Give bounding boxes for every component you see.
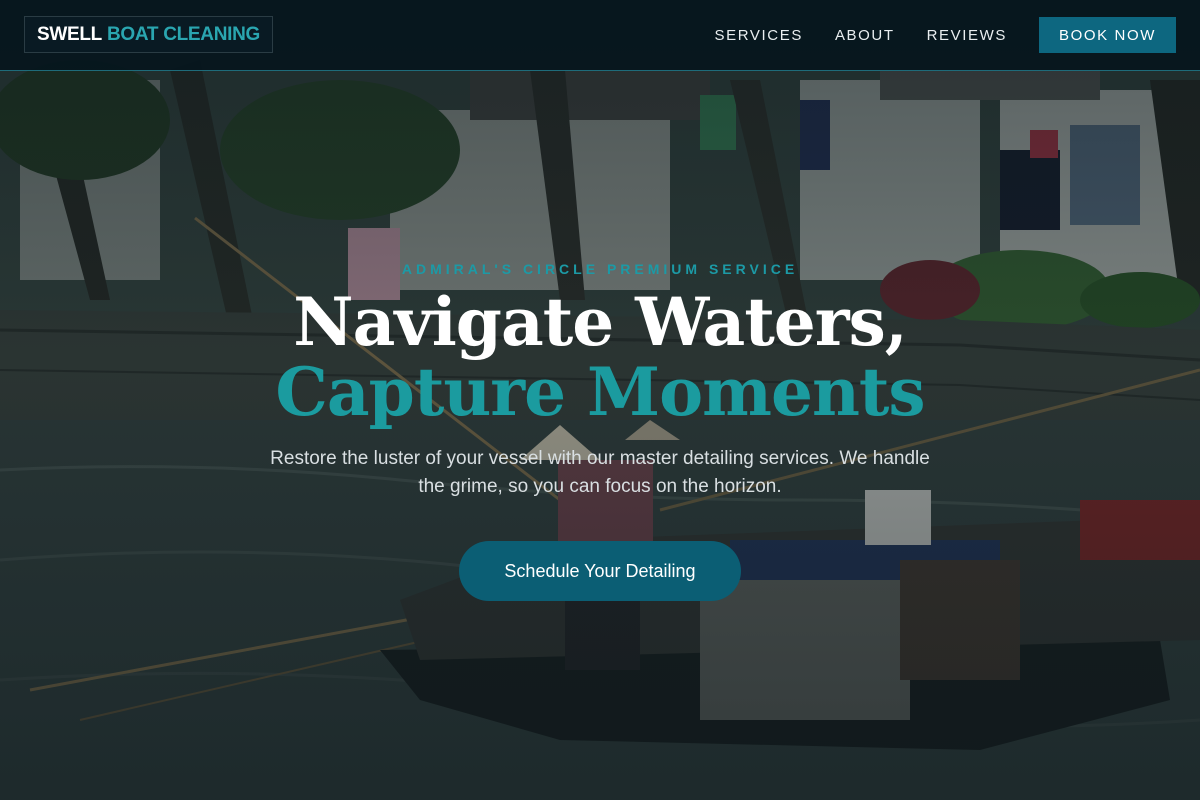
book-now-button[interactable]: BOOK NOW	[1039, 17, 1176, 53]
nav-item-services[interactable]: SERVICES	[715, 27, 803, 44]
brand-logo[interactable]: SWELL BOAT CLEANING	[24, 16, 274, 53]
nav-item-about[interactable]: ABOUT	[835, 27, 895, 44]
site-header: SWELL BOAT CLEANING SERVICES ABOUT REVIE…	[0, 0, 1200, 71]
hero-title-line2: Capture Moments	[275, 353, 925, 431]
hero-eyebrow: ADMIRAL'S CIRCLE PREMIUM SERVICE	[401, 261, 799, 277]
main-nav: SERVICES ABOUT REVIEWS BOOK NOW	[715, 17, 1176, 53]
hero-subtitle: Restore the luster of your vessel with o…	[270, 448, 930, 497]
hero-section: ADMIRAL'S CIRCLE PREMIUM SERVICE Navigat…	[0, 250, 1200, 601]
brand-name-part1: SWELL	[37, 23, 102, 45]
nav-item-reviews[interactable]: REVIEWS	[927, 27, 1007, 44]
brand-name-part2: BOAT CLEANING	[107, 23, 261, 45]
hero-title: Navigate Waters, Capture Moments	[0, 287, 1200, 427]
schedule-detailing-button[interactable]: Schedule Your Detailing	[459, 541, 741, 601]
hero-title-line1: Navigate Waters,	[293, 283, 907, 361]
